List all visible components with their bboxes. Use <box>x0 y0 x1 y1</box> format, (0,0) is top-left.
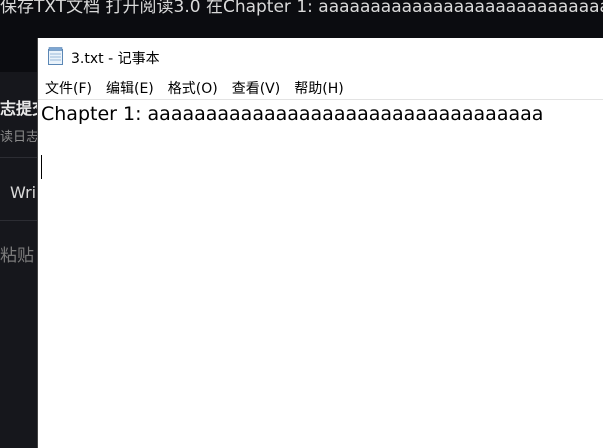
background-tab[interactable]: Wri <box>10 183 36 202</box>
menu-bar: 文件(F) 编辑(E) 格式(O) 查看(V) 帮助(H) <box>38 76 351 98</box>
notepad-icon <box>48 47 63 65</box>
text-caret <box>41 155 42 179</box>
menu-file[interactable]: 文件(F) <box>38 76 99 98</box>
background-subheading: 读日志 <box>0 130 40 145</box>
notepad-titlebar[interactable]: 3.txt - 记事本 <box>38 38 603 74</box>
background-divider <box>0 157 40 158</box>
editor-line-1: Chapter 1: aaaaaaaaaaaaaaaaaaaaaaaaaaaaa… <box>41 103 544 125</box>
background-paste-label[interactable]: 粘贴 <box>0 241 34 266</box>
menu-view[interactable]: 查看(V) <box>225 76 288 98</box>
menu-edit[interactable]: 编辑(E) <box>99 76 161 98</box>
background-divider <box>0 220 40 221</box>
text-editor-area[interactable]: Chapter 1: aaaaaaaaaaaaaaaaaaaaaaaaaaaaa… <box>38 100 603 448</box>
notepad-window: 3.txt - 记事本 文件(F) 编辑(E) 格式(O) 查看(V) 帮助(H… <box>38 38 603 448</box>
background-app-title: 保存TXT文档 打开阅读3.0 在Chapter 1: aaaaaaaaaaaa… <box>0 0 603 16</box>
window-title: 3.txt - 记事本 <box>71 51 160 67</box>
menu-help[interactable]: 帮助(H) <box>287 76 350 98</box>
menu-format[interactable]: 格式(O) <box>161 76 225 98</box>
